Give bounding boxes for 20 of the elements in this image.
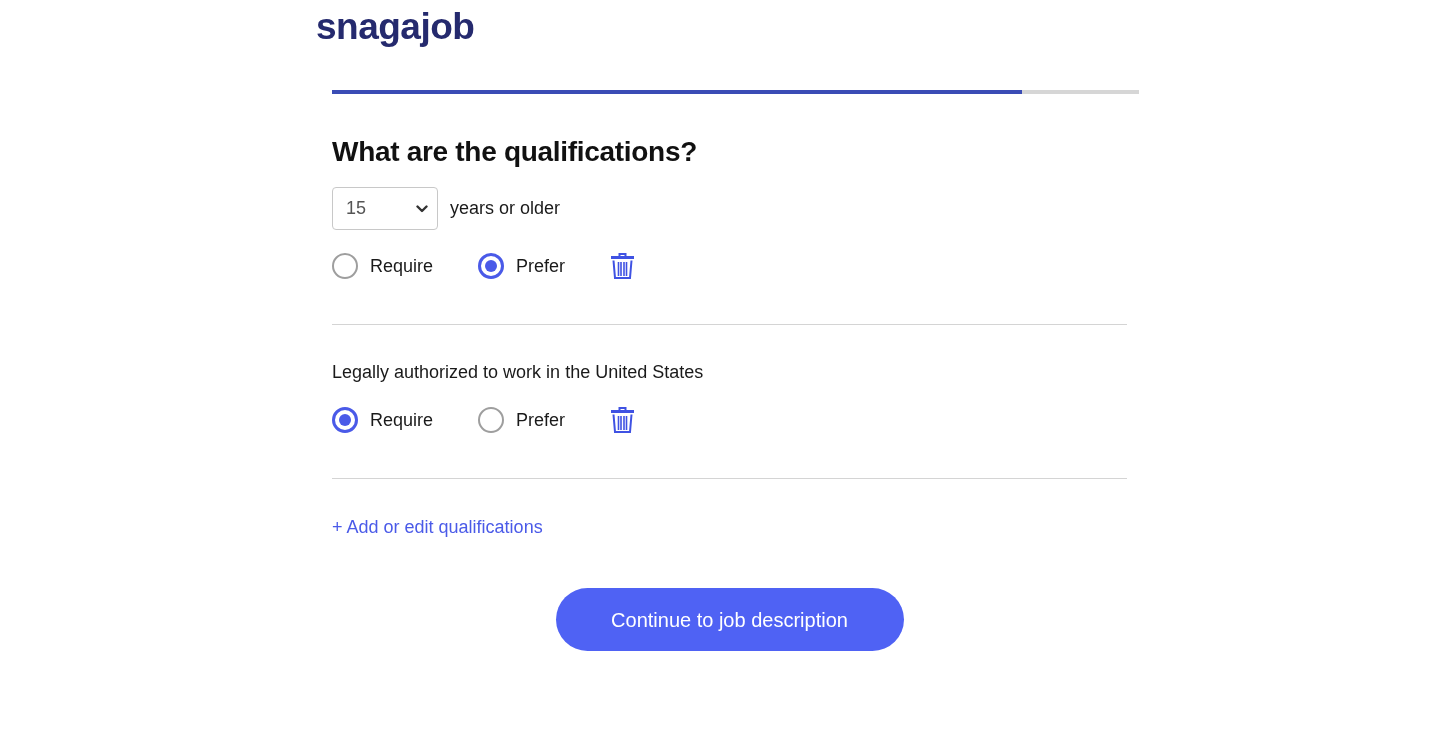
delete-button[interactable]: [610, 407, 635, 433]
qualification-label: Legally authorized to work in the United States: [332, 361, 704, 384]
trash-icon: [610, 407, 635, 433]
continue-button[interactable]: Continue to job description: [555, 588, 904, 651]
add-qualifications-link[interactable]: + Add or edit qualifications: [332, 515, 543, 539]
radio-option[interactable]: Require: [332, 252, 478, 280]
radio-option[interactable]: Prefer: [478, 406, 610, 434]
radio-button[interactable]: [332, 407, 358, 433]
chevron-down-icon: [416, 204, 428, 213]
radio-option[interactable]: Require: [332, 406, 478, 434]
logo[interactable]: snagajob: [316, 6, 475, 48]
radio-option[interactable]: Prefer: [478, 252, 610, 280]
radio-button[interactable]: [478, 407, 504, 433]
radio-button[interactable]: [478, 253, 504, 279]
page-heading: What are the qualifications?: [332, 135, 698, 169]
age-label: years or older: [450, 197, 561, 220]
age-select[interactable]: 15: [332, 187, 438, 230]
delete-button[interactable]: [610, 253, 635, 279]
trash-icon: [610, 253, 635, 279]
radio-button[interactable]: [332, 253, 358, 279]
